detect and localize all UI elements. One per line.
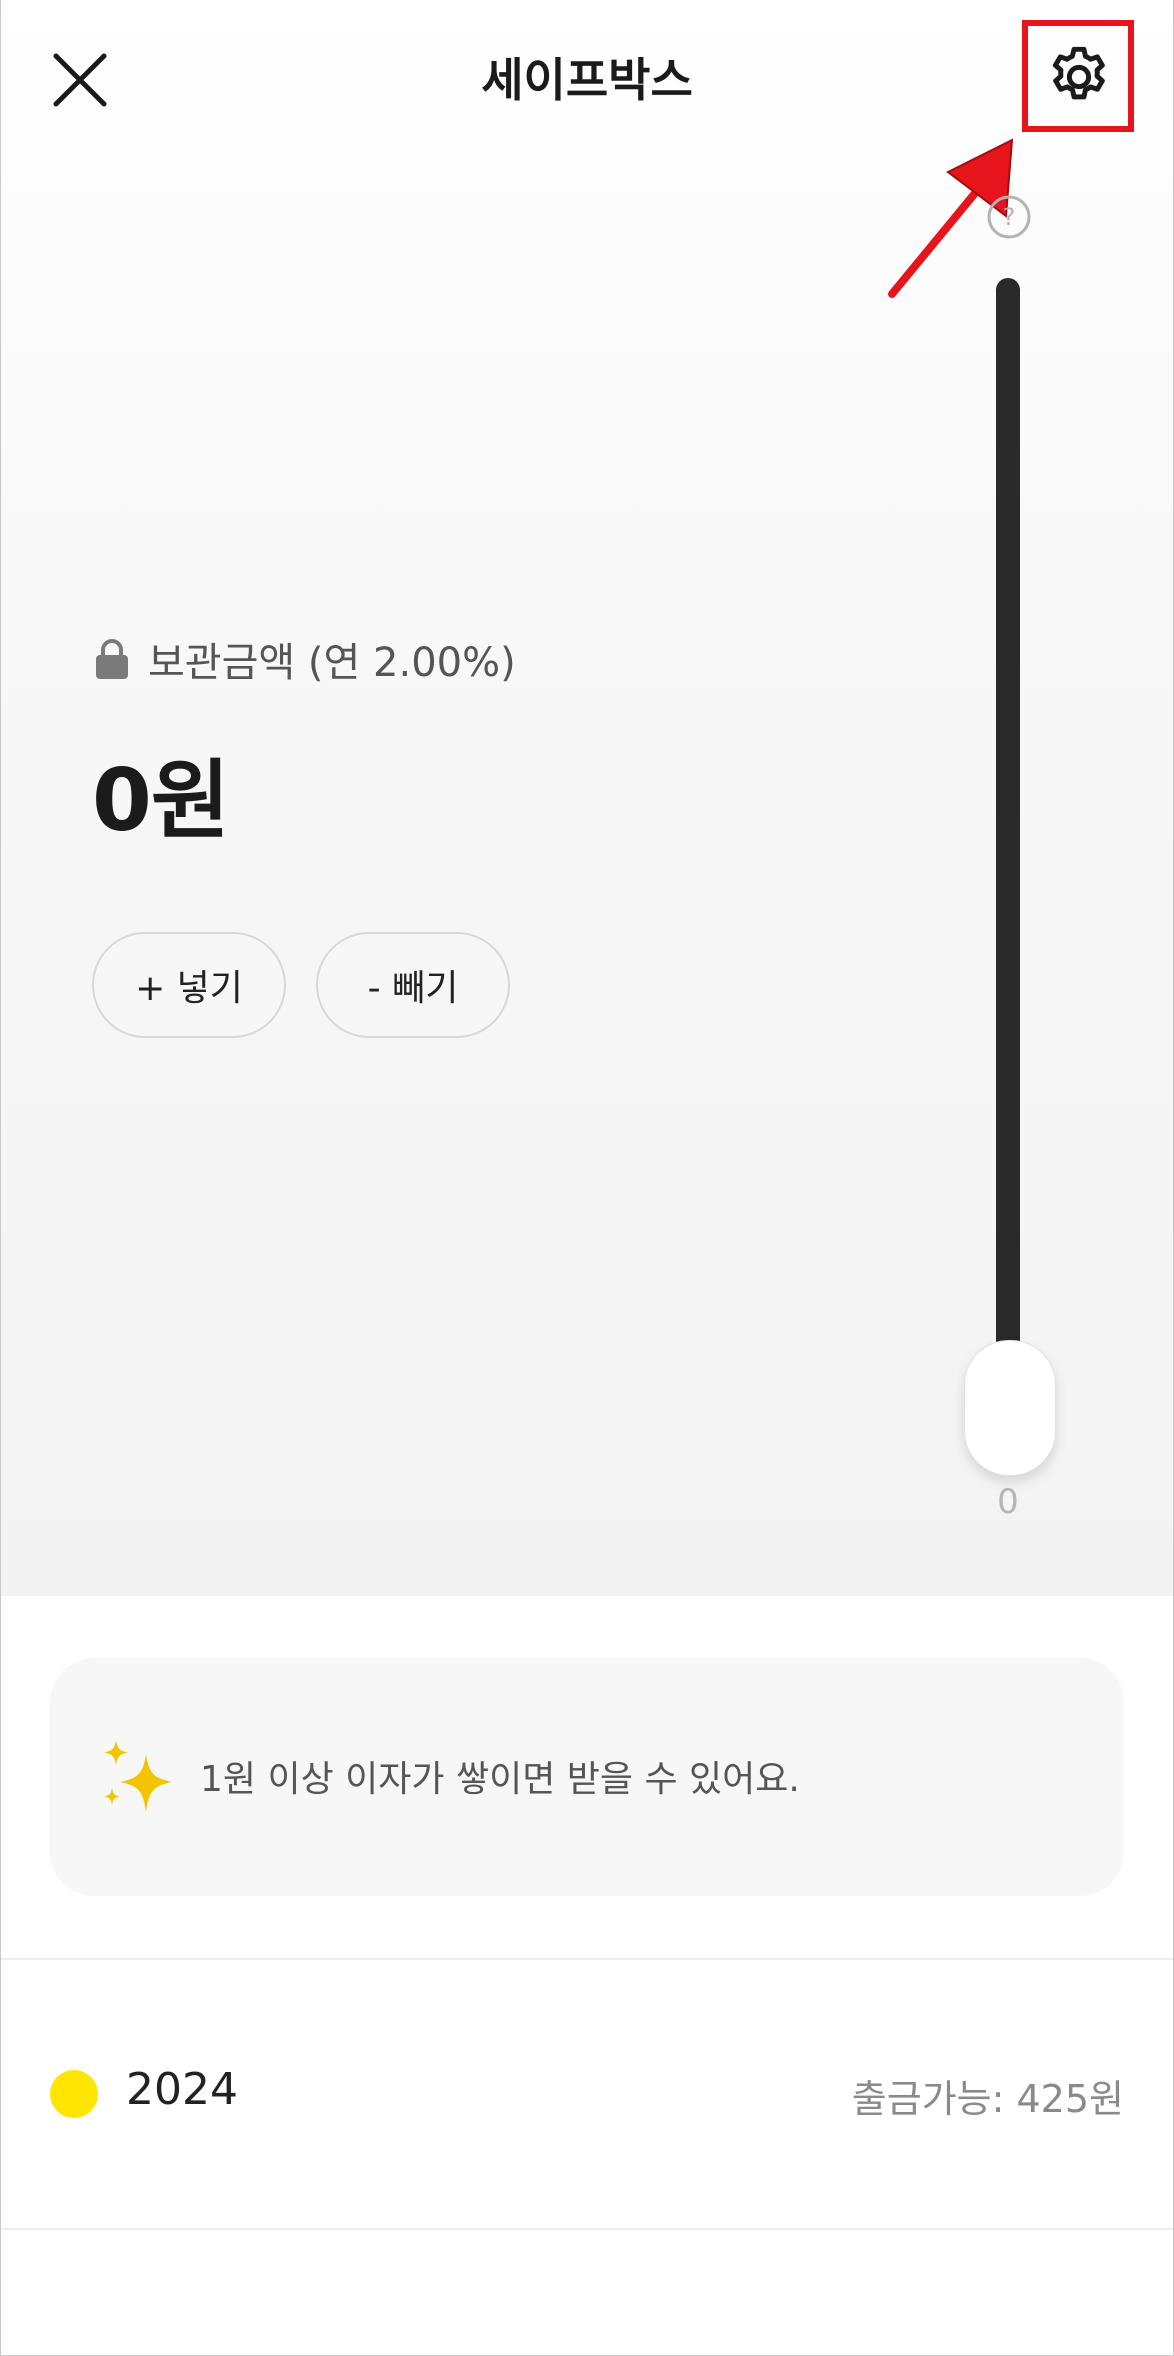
gear-icon[interactable] xyxy=(1044,42,1114,112)
coin-dot-icon xyxy=(50,2070,98,2118)
sparkle-icon xyxy=(104,1740,172,1812)
divider xyxy=(1,2228,1173,2230)
withdraw-button[interactable]: - 빼기 xyxy=(316,932,510,1038)
deposit-button[interactable]: + 넣기 xyxy=(92,932,286,1038)
svg-text:?: ? xyxy=(1003,203,1016,231)
page-title: 세이프박스 xyxy=(481,53,693,107)
question-circle-icon[interactable]: ? xyxy=(986,194,1032,240)
history-available-amount: 출금가능: 425원 xyxy=(851,2077,1124,2121)
slider-track[interactable] xyxy=(996,278,1020,1378)
slider-value: 0 xyxy=(997,1482,1019,1522)
interest-info-text: 1원 이상 이자가 쌓이면 받을 수 있어요. xyxy=(200,1759,800,1800)
divider xyxy=(1,1958,1173,1960)
balance-label: 보관금액 (연 2.00%) xyxy=(148,640,516,686)
history-year[interactable]: 2024 xyxy=(126,2064,238,2115)
slider-handle[interactable] xyxy=(964,1340,1056,1476)
lock-icon xyxy=(96,639,128,679)
balance-amount: 0원 xyxy=(92,751,230,851)
